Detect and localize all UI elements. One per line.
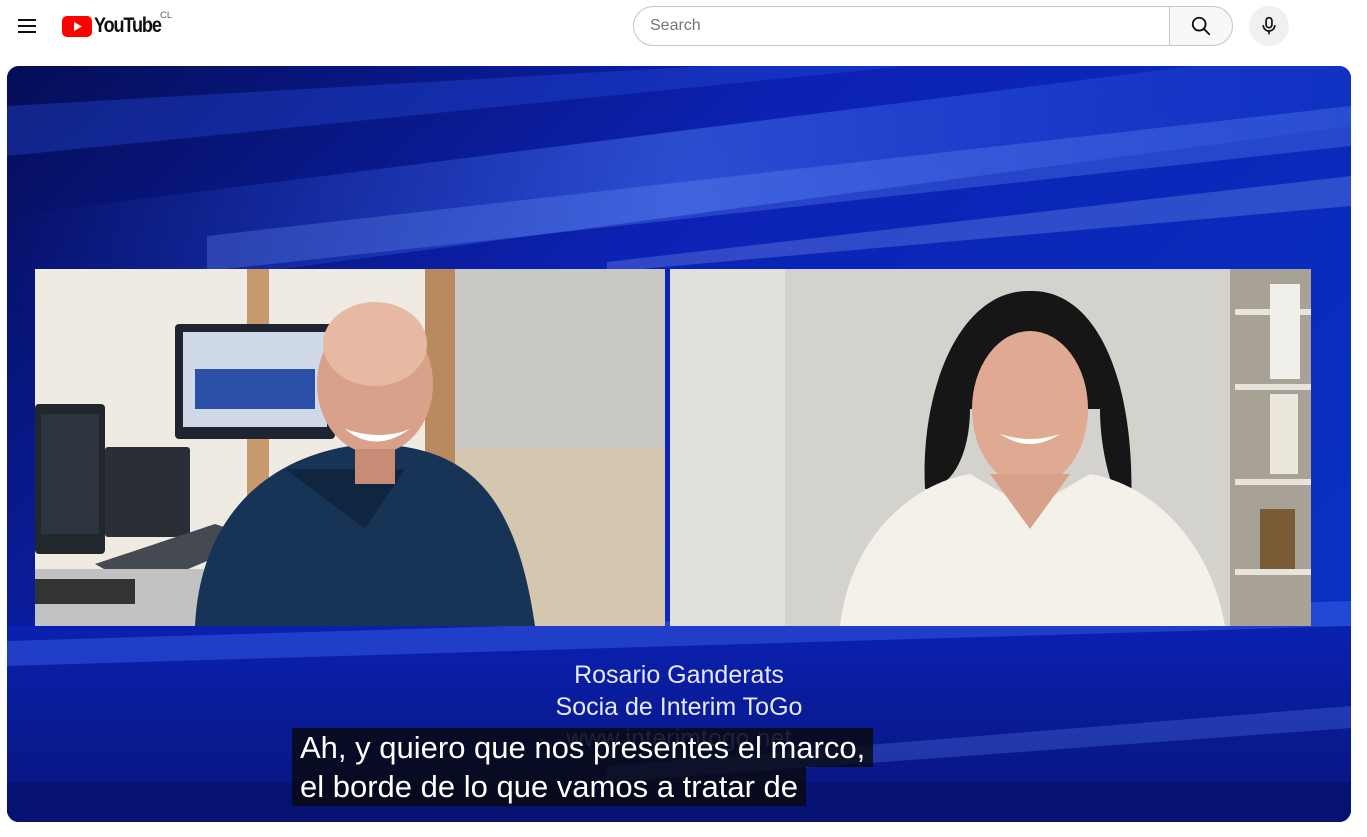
video-player[interactable]: Rosario Ganderats Socia de Interim ToGo … [7,66,1351,822]
closed-captions: Ah, y quiero que nos presentes el marco,… [292,728,874,806]
search-box [633,6,1170,46]
overlay-guest-role: Socia de Interim ToGo [555,693,803,721]
guest-image [670,269,1311,626]
youtube-home-logo[interactable]: YouTube [62,12,172,40]
overlay-guest-name: Rosario Ganderats [574,661,784,689]
interviewer-webcam [35,269,665,626]
guide-menu-button[interactable] [10,8,44,44]
search-button[interactable] [1169,6,1233,46]
voice-search-button[interactable] [1249,6,1289,46]
caption-line: el borde de lo que vamos a tratar de [292,767,807,806]
guest-webcam [670,269,1311,626]
youtube-play-icon [62,15,92,37]
logo-text: YouTube [94,14,162,37]
search-input[interactable] [650,7,1150,45]
search-icon [1191,16,1211,36]
interviewer-image [35,269,665,626]
caption-line: Ah, y quiero que nos presentes el marco, [292,728,874,767]
mic-icon [1262,16,1276,35]
country-code: CL [160,10,173,21]
menu-icon [18,19,36,33]
masthead: YouTube CL [0,0,1367,56]
